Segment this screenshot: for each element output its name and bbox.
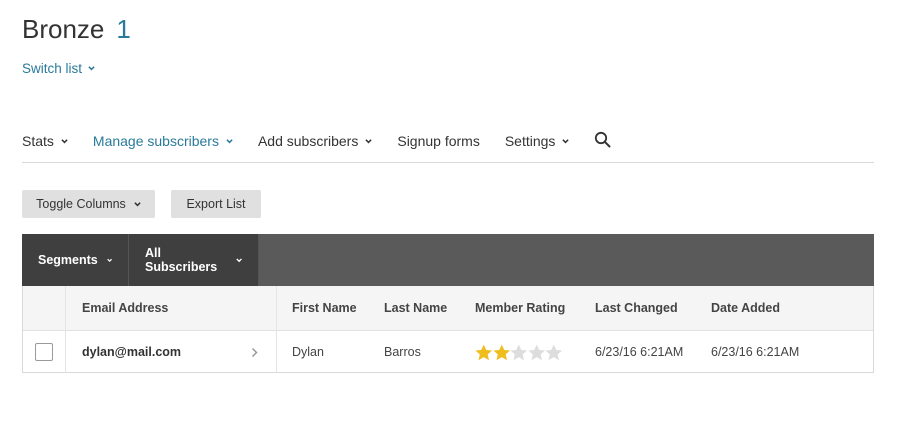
chevron-down-icon	[236, 257, 242, 262]
star-filled-icon	[492, 344, 510, 360]
subscriber-date-added: 6/23/16 6:21AM	[711, 345, 800, 359]
nav-item-stats[interactable]: Stats	[22, 126, 68, 149]
column-divider	[276, 331, 277, 373]
column-header-email[interactable]: Email Address	[82, 286, 168, 330]
nav-item-signup-forms[interactable]: Signup forms	[397, 126, 479, 149]
export-list-button[interactable]: Export List	[171, 190, 261, 218]
subscribers-table: Email Address First Name Last Name Membe…	[22, 286, 874, 373]
column-divider	[65, 286, 66, 330]
subscriber-last-changed: 6/23/16 6:21AM	[595, 345, 684, 359]
chevron-down-icon	[562, 138, 570, 143]
star-empty-icon	[510, 344, 528, 360]
column-header-date-added[interactable]: Date Added	[711, 286, 780, 330]
column-header-member-rating[interactable]: Member Rating	[475, 286, 565, 330]
table-header: Email Address First Name Last Name Membe…	[23, 286, 873, 331]
member-rating-stars	[475, 344, 563, 361]
segments-dropdown[interactable]: Segments	[22, 234, 129, 286]
search-icon	[595, 131, 611, 148]
chevron-down-icon	[61, 138, 68, 143]
list-name: Bronze	[22, 14, 105, 44]
nav-item-manage-subscribers[interactable]: Manage subscribers	[93, 126, 233, 149]
nav-item-label: Signup forms	[397, 133, 480, 149]
subscriber-email[interactable]: dylan@mail.com	[82, 331, 181, 373]
subscriber-last-name: Barros	[384, 345, 421, 359]
export-list-label: Export List	[186, 197, 246, 211]
nav-item-add-subscribers[interactable]: Add subscribers	[257, 126, 373, 149]
column-divider	[276, 286, 277, 330]
nav-item-label: Settings	[504, 133, 556, 149]
chevron-down-icon	[88, 66, 95, 71]
chevron-down-icon	[134, 201, 141, 206]
chevron-down-icon	[226, 138, 233, 143]
list-count: 1	[116, 14, 131, 44]
nav-item-settings[interactable]: Settings	[505, 126, 570, 149]
star-filled-icon	[475, 344, 493, 360]
switch-list-button[interactable]: Switch list	[22, 61, 95, 76]
toggle-columns-button[interactable]: Toggle Columns	[22, 190, 155, 218]
search-button[interactable]	[594, 126, 611, 151]
row-checkbox[interactable]	[35, 343, 53, 361]
subscriber-first-name: Dylan	[292, 345, 324, 359]
toggle-columns-label: Toggle Columns	[36, 197, 126, 211]
segment-bar: Segments All Subscribers	[22, 234, 874, 286]
switch-list-label: Switch list	[22, 61, 83, 76]
chevron-down-icon	[365, 138, 373, 143]
all-subscribers-label: All Subscribers	[145, 246, 218, 274]
column-divider	[65, 331, 66, 373]
chevron-right-icon	[251, 347, 258, 357]
row-expand-button[interactable]	[251, 331, 258, 373]
column-header-last-name[interactable]: Last Name	[384, 286, 447, 330]
chevron-down-icon	[106, 258, 112, 262]
star-empty-icon	[527, 344, 545, 360]
column-header-first-name[interactable]: First Name	[292, 286, 357, 330]
page-title: Bronze 1	[22, 14, 131, 45]
nav-item-label: Manage subscribers	[92, 133, 219, 149]
column-header-last-changed[interactable]: Last Changed	[595, 286, 678, 330]
segments-label: Segments	[38, 253, 98, 267]
nav-item-label: Add subscribers	[257, 133, 359, 149]
nav-item-label: Stats	[22, 133, 54, 149]
row-select-cell	[35, 331, 53, 373]
star-empty-icon	[545, 344, 563, 360]
list-nav: Stats Manage subscribers Add subscribers…	[22, 126, 874, 163]
all-subscribers-dropdown[interactable]: All Subscribers	[129, 234, 259, 286]
member-rating	[475, 331, 563, 373]
table-row[interactable]: dylan@mail.com Dylan Barros 6/23/16 6:21…	[23, 331, 873, 373]
